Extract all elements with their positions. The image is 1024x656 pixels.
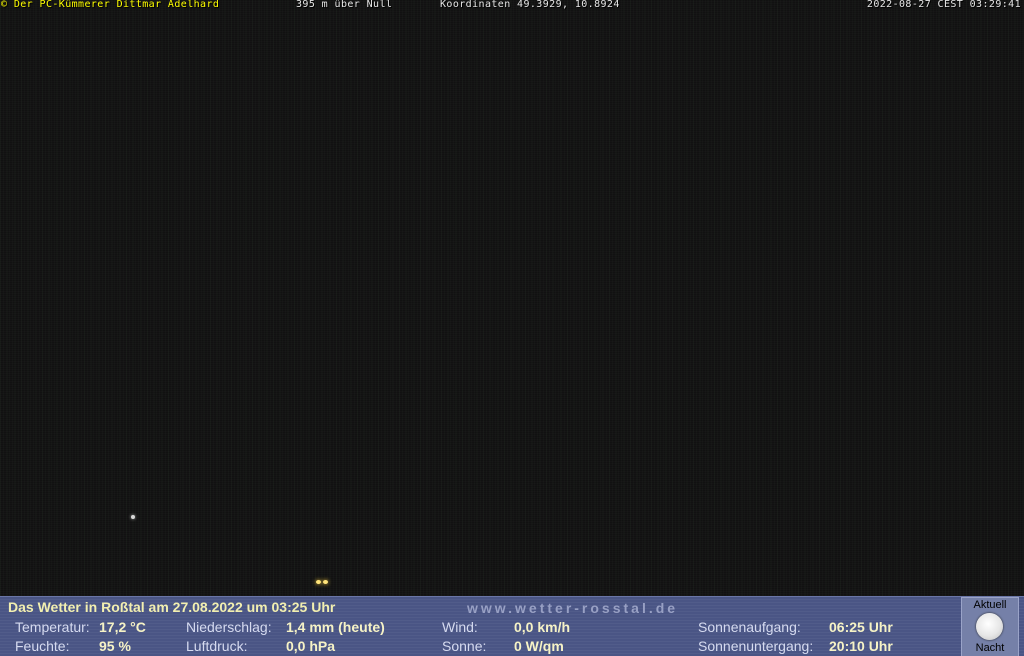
coordinates-text: Koordinaten 49.3929, 10.8924 (440, 0, 620, 10)
webcam-image (0, 0, 1024, 596)
temperature-value: 17,2 °C (99, 619, 146, 635)
weather-panel: Das Wetter in Roßtal am 27.08.2022 um 03… (0, 596, 1024, 656)
weather-title: Das Wetter in Roßtal am 27.08.2022 um 03… (8, 599, 336, 615)
wind-value: 0,0 km/h (514, 619, 571, 635)
temperature-label: Temperatur: (15, 619, 90, 635)
website-url: www.wetter-rosstal.de (467, 600, 679, 616)
sunset-label: Sonnenuntergang: (698, 638, 814, 654)
sun-label: Sonne: (442, 638, 487, 654)
humidity-value: 95 % (99, 638, 131, 654)
wind-label: Wind: (442, 619, 478, 635)
moon-icon (976, 613, 1003, 640)
sunrise-label: Sonnenaufgang: (698, 619, 801, 635)
moon-current-label: Aktuell (973, 599, 1007, 611)
timestamp-text: 2022-08-27 CEST 03:29:41 (866, 0, 1021, 10)
sun-value: 0 W/qm (514, 638, 564, 654)
pressure-label: Luftdruck: (186, 638, 248, 654)
pressure-value: 0,0 hPa (286, 638, 336, 654)
altitude-text: 395 m über Null (296, 0, 393, 10)
sunrise-value: 06:25 Uhr (829, 619, 893, 635)
street-light (323, 580, 328, 584)
moon-phase-box: Aktuell Nacht (961, 597, 1019, 656)
sunset-value: 20:10 Uhr (829, 638, 893, 654)
humidity-label: Feuchte: (15, 638, 70, 654)
webcam-frame: © Der PC-Kümmerer Dittmar Adelhard 395 m… (0, 0, 1024, 656)
precipitation-value: 1,4 mm (heute) (286, 619, 385, 635)
camera-info-bar: © Der PC-Kümmerer Dittmar Adelhard 395 m… (0, 0, 1024, 11)
moon-night-label: Nacht (975, 642, 1005, 654)
distant-light (131, 515, 135, 519)
precipitation-label: Niederschlag: (186, 619, 272, 635)
copyright-text: © Der PC-Kümmerer Dittmar Adelhard (1, 0, 220, 10)
street-light (316, 580, 321, 584)
